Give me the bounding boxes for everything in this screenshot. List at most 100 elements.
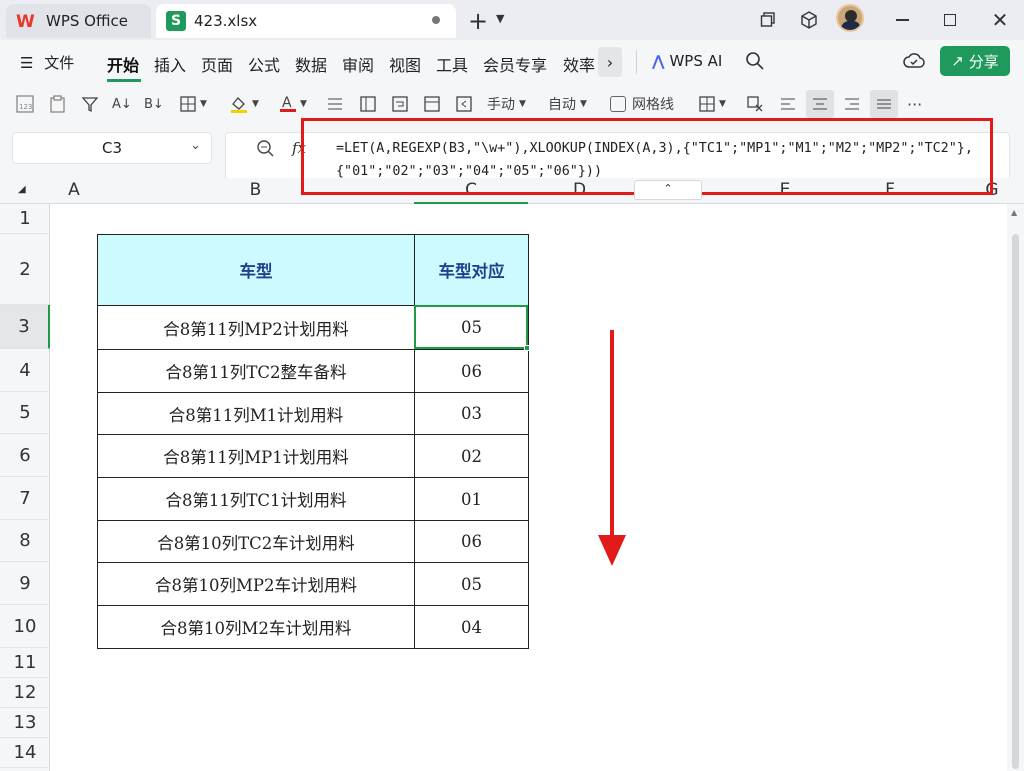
table-cell-model[interactable]: 合8第10列MP2车计划用料 bbox=[97, 562, 415, 606]
table-header-code[interactable]: 车型对应 bbox=[414, 234, 529, 306]
row-header-9[interactable]: 9 bbox=[0, 562, 50, 605]
row-header-14[interactable]: 14 bbox=[0, 738, 50, 768]
cell-reference: C3 bbox=[101, 139, 123, 157]
table-cell-code[interactable]: 03 bbox=[414, 392, 529, 435]
auto-calc-dropdown[interactable]: 自动 ▼ bbox=[548, 94, 587, 114]
close-icon[interactable]: ✕ bbox=[988, 8, 1012, 32]
fill-handle[interactable] bbox=[524, 345, 530, 351]
tab-formulas[interactable]: 公式 bbox=[248, 52, 280, 76]
tab-page[interactable]: 页面 bbox=[201, 52, 233, 76]
column-header-a[interactable]: A bbox=[51, 180, 97, 200]
row-col-icon[interactable] bbox=[325, 94, 345, 114]
tab-review[interactable]: 审阅 bbox=[342, 52, 374, 76]
maximize-icon[interactable] bbox=[938, 8, 962, 32]
cloud-sync-icon[interactable] bbox=[903, 51, 925, 75]
row-header-6[interactable]: 6 bbox=[0, 434, 50, 477]
row-header-10[interactable]: 10 bbox=[0, 605, 50, 648]
clear-format-icon[interactable] bbox=[745, 94, 765, 114]
row-header-11[interactable]: 11 bbox=[0, 648, 50, 678]
auto-calc-label: 自动 bbox=[548, 97, 576, 113]
zoom-formula-icon[interactable] bbox=[256, 139, 276, 163]
table-cell-code[interactable]: 06 bbox=[414, 349, 529, 393]
spreadsheet-icon: S bbox=[166, 11, 186, 31]
freeze-icon[interactable] bbox=[358, 94, 378, 114]
svg-text:123: 123 bbox=[19, 103, 32, 111]
borders-icon[interactable]: ▼ bbox=[178, 94, 207, 114]
wps-ai-button[interactable]: ⋀ WPS AI bbox=[652, 52, 722, 70]
share-icon: ↗ bbox=[951, 52, 964, 70]
table-cell-model[interactable]: 合8第11列TC2整车备料 bbox=[97, 349, 415, 393]
clipboard-icon[interactable] bbox=[48, 94, 68, 114]
share-button[interactable]: ↗ 分享 bbox=[940, 46, 1010, 76]
align-left-icon[interactable] bbox=[779, 94, 797, 114]
vertical-scrollbar[interactable]: ▲ bbox=[1007, 204, 1024, 771]
tab-wps-office[interactable]: W WPS Office bbox=[6, 4, 151, 38]
number-format-icon[interactable]: 123 bbox=[15, 94, 35, 114]
scroll-up-icon[interactable]: ▲ bbox=[1011, 208, 1017, 217]
cube-icon[interactable] bbox=[797, 8, 821, 32]
more-icon[interactable]: ··· bbox=[907, 94, 922, 114]
tab-list-chevron-icon[interactable]: ▼ bbox=[496, 12, 504, 25]
file-menu-label: 文件 bbox=[44, 54, 75, 72]
row-header-8[interactable]: 8 bbox=[0, 520, 50, 562]
row-header-2[interactable]: 2 bbox=[0, 234, 50, 305]
tab-view[interactable]: 视图 bbox=[389, 52, 421, 76]
font-color-icon[interactable]: A ▼ bbox=[278, 94, 307, 114]
table-cell-model[interactable]: 合8第11列M1计划用料 bbox=[97, 392, 415, 435]
wrap-icon[interactable] bbox=[390, 94, 410, 114]
row-header-4[interactable]: 4 bbox=[0, 349, 50, 392]
fill-color-icon[interactable]: ▼ bbox=[228, 94, 259, 114]
file-menu[interactable]: ☰ 文件 bbox=[20, 52, 74, 73]
new-tab-button[interactable]: + bbox=[468, 7, 488, 35]
row-header-13[interactable]: 13 bbox=[0, 708, 50, 738]
sort-ascending-icon[interactable]: A↓ bbox=[112, 94, 132, 114]
hamburger-icon: ☰ bbox=[20, 54, 34, 72]
table-cell-code[interactable]: 02 bbox=[414, 434, 529, 478]
table-cell-code[interactable]: 06 bbox=[414, 520, 529, 563]
title-bar: W WPS Office S 423.xlsx + ▼ ✕ bbox=[0, 0, 1024, 40]
manual-calc-dropdown[interactable]: 手动 ▼ bbox=[487, 94, 526, 114]
gridlines-checkbox[interactable]: 网格线 bbox=[610, 94, 674, 114]
table-cell-model[interactable]: 合8第10列M2车计划用料 bbox=[97, 605, 415, 649]
row-header-7[interactable]: 7 bbox=[0, 477, 50, 520]
merge-icon[interactable] bbox=[422, 94, 442, 114]
window-restore-icon[interactable] bbox=[756, 8, 780, 32]
filter-icon[interactable] bbox=[80, 94, 100, 114]
scrollbar-thumb[interactable] bbox=[1012, 234, 1019, 769]
table-header-model[interactable]: 车型 bbox=[97, 234, 415, 306]
table-cell-model[interactable]: 合8第11列MP1计划用料 bbox=[97, 434, 415, 478]
table-cell-model[interactable]: 合8第11列TC1计划用料 bbox=[97, 477, 415, 521]
table-cell-code[interactable]: 01 bbox=[414, 477, 529, 521]
table-cell-code[interactable]: 05 bbox=[414, 562, 529, 606]
align-middle-icon[interactable] bbox=[870, 90, 898, 118]
table-style-icon[interactable]: ▼ bbox=[697, 94, 726, 114]
menu-more-chevron-icon[interactable]: › bbox=[598, 47, 622, 77]
table-cell-code[interactable]: 04 bbox=[414, 605, 529, 649]
minimize-icon[interactable] bbox=[890, 8, 914, 32]
tab-home[interactable]: 开始 bbox=[107, 52, 139, 76]
tab-file[interactable]: S 423.xlsx bbox=[156, 4, 456, 38]
checkbox-icon bbox=[610, 96, 626, 112]
share-label: 分享 bbox=[968, 52, 999, 71]
tab-efficiency[interactable]: 效率 bbox=[563, 52, 595, 76]
tab-member[interactable]: 会员专享 bbox=[483, 52, 547, 76]
align-right-icon[interactable] bbox=[843, 94, 861, 114]
fit-icon[interactable] bbox=[454, 94, 474, 114]
align-center-icon[interactable] bbox=[806, 90, 834, 118]
collapse-formula-bar-button[interactable]: ⌃ bbox=[634, 180, 702, 200]
row-header-12[interactable]: 12 bbox=[0, 678, 50, 708]
search-icon[interactable] bbox=[745, 51, 765, 75]
row-header-5[interactable]: 5 bbox=[0, 392, 50, 434]
sort-descending-icon[interactable]: B↓ bbox=[144, 94, 164, 114]
tab-tools[interactable]: 工具 bbox=[436, 52, 468, 76]
name-box[interactable]: C3 ⌄ bbox=[12, 132, 212, 164]
row-header-1[interactable]: 1 bbox=[0, 204, 50, 234]
table-cell-model[interactable]: 合8第11列MP2计划用料 bbox=[97, 305, 415, 350]
tab-insert[interactable]: 插入 bbox=[154, 52, 186, 76]
avatar[interactable] bbox=[836, 4, 864, 32]
tab-data[interactable]: 数据 bbox=[295, 52, 327, 76]
table-cell-model[interactable]: 合8第10列TC2车计划用料 bbox=[97, 520, 415, 563]
row-header-3[interactable]: 3 bbox=[0, 305, 50, 349]
select-all-icon[interactable]: ◢ bbox=[18, 184, 26, 195]
unsaved-dot-icon[interactable] bbox=[432, 16, 440, 24]
